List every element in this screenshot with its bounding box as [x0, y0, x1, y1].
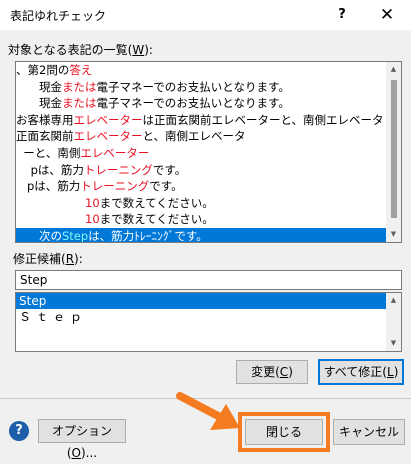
scroll-down-icon[interactable]: ▼	[386, 336, 401, 351]
row-text: 、第2問の	[16, 63, 70, 77]
list-row[interactable]: 現金または電子マネーでのお支払いとなります。	[16, 95, 386, 112]
row-text: 次の	[16, 228, 62, 243]
candidate-item[interactable]: Step	[16, 293, 386, 309]
options-button[interactable]: オプション(O)...	[38, 419, 126, 460]
inconsistent-term: エレベーター	[80, 145, 150, 160]
notation-list-rows: 、第2問の答え 現金または電子マネーでのお支払いとなります。 現金または電子マネ…	[16, 62, 386, 243]
scroll-thumb[interactable]	[391, 80, 397, 218]
list-row[interactable]: お客様専用エレベーターは正面玄関前エレベーターと、南側エレベータ	[16, 112, 386, 129]
row-text	[16, 212, 85, 226]
list-scrollbar[interactable]: ▲ ▼	[386, 62, 401, 242]
row-text: 電子マネーでのお支払いとなります。	[96, 79, 290, 94]
row-text: 正面玄関前	[16, 129, 74, 144]
inconsistent-term: エレベーター	[73, 112, 143, 127]
annotation-arrow-icon	[176, 392, 240, 430]
row-text: まで数えてください。	[99, 212, 214, 227]
list-row[interactable]: 、第2問の答え	[16, 62, 386, 79]
row-text: pは、筋力	[16, 162, 84, 177]
row-text: 電子マネーでのお支払いとなります。	[96, 96, 290, 111]
list-row[interactable]: 現金または電子マネーでのお支払いとなります。	[16, 79, 386, 96]
inconsistent-term: または	[62, 79, 97, 94]
inconsistent-term: 10	[85, 195, 100, 210]
list-row[interactable]: pは、筋力トレーニングです。	[16, 178, 386, 195]
inconsistent-term: トレーニング	[83, 162, 153, 177]
list-label: 対象となる表記の一覧(W):	[8, 43, 153, 57]
inconsistent-term: または	[62, 96, 97, 111]
row-text: まで数えてください。	[99, 195, 214, 210]
inconsistent-term: 答え	[69, 63, 93, 77]
list-row[interactable]: ーと、南側エレベーター	[16, 145, 386, 162]
close-icon[interactable]: ✕	[372, 4, 402, 26]
scroll-down-icon[interactable]: ▼	[386, 227, 401, 242]
change-button[interactable]: 変更(C)	[236, 360, 308, 384]
candidate-input[interactable]: Step	[15, 270, 402, 290]
inconsistent-term: トレーニング	[80, 179, 150, 194]
list-row[interactable]: 次のStepは、筋力ﾄﾚｰﾆﾝｸﾞです。	[16, 227, 386, 243]
help-icon[interactable]: ?	[9, 421, 29, 441]
row-text: です。	[152, 162, 187, 177]
inconsistent-term: エレベーター	[73, 129, 143, 144]
row-text: ーと、南側	[16, 145, 81, 160]
candidate-scrollbar[interactable]: ▲ ▼	[386, 293, 401, 351]
inconsistent-term: Step	[62, 228, 89, 243]
candidate-item[interactable]: Ｓｔｅｐ	[16, 309, 386, 325]
row-text	[16, 196, 85, 210]
list-row[interactable]: 正面玄関前エレベーターと、南側エレベータ	[16, 128, 386, 145]
row-text: は、筋力ﾄﾚｰﾆﾝｸﾞです。	[88, 228, 208, 243]
fix-all-button[interactable]: すべて修正(L)	[318, 359, 404, 385]
row-text: pは、筋力	[16, 179, 81, 194]
candidate-list[interactable]: Step Ｓｔｅｐ ▲ ▼	[15, 292, 402, 352]
candidate-label: 修正候補(R):	[13, 252, 83, 266]
notation-list[interactable]: 、第2問の答え 現金または電子マネーでのお支払いとなります。 現金または電子マネ…	[15, 61, 402, 243]
row-text: と、南側エレベータ	[142, 129, 246, 144]
row-text: 現金	[16, 79, 62, 94]
scroll-up-icon[interactable]: ▲	[386, 62, 401, 77]
highlight-box	[238, 412, 330, 452]
row-text: は正面玄関前エレベーターと、南側エレベータ	[142, 112, 384, 127]
row-text: です。	[149, 179, 183, 194]
scroll-up-icon[interactable]: ▲	[386, 293, 401, 308]
list-row[interactable]: 10まで数えてください。	[16, 195, 386, 212]
help-button[interactable]: ?	[330, 4, 354, 26]
row-text: お客様専用	[16, 112, 74, 127]
inconsistent-term: 10	[85, 212, 100, 227]
window-title: 表記ゆれチェック	[10, 9, 107, 23]
row-text: 現金	[16, 96, 62, 111]
title-bar: 表記ゆれチェック ? ✕	[0, 0, 411, 30]
list-row[interactable]: 10まで数えてください。	[16, 211, 386, 228]
list-row[interactable]: pは、筋力トレーニングです。	[16, 162, 386, 179]
cancel-button[interactable]: キャンセル	[333, 419, 405, 445]
